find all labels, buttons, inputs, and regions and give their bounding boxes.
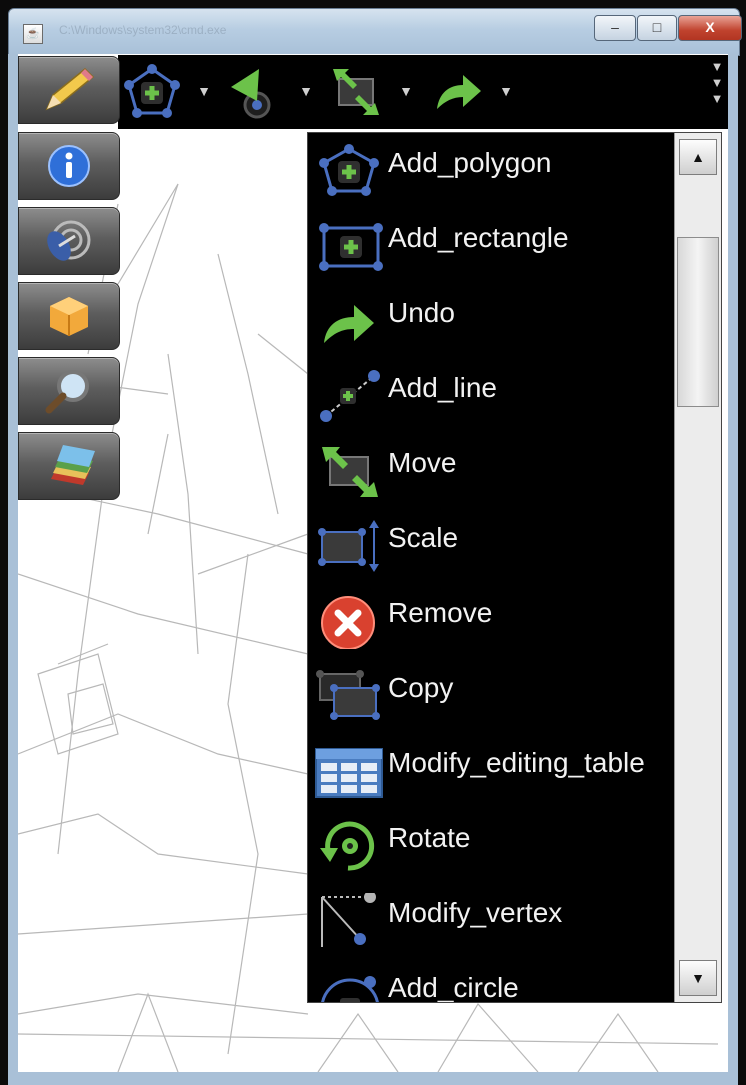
menu-scrollbar[interactable]: ▲ ▼ bbox=[674, 133, 721, 1002]
menu-item-label: Add_line bbox=[388, 372, 497, 403]
sidebar-button-edit[interactable] bbox=[18, 56, 120, 124]
menu-item-label: Add_polygon bbox=[388, 147, 552, 178]
undo-tool-button[interactable] bbox=[424, 59, 488, 125]
add-circle-icon bbox=[321, 976, 379, 1002]
menu-item-add-line[interactable]: Add_line bbox=[308, 358, 673, 433]
window-border-left bbox=[8, 54, 18, 1085]
move-tool-button[interactable] bbox=[324, 59, 388, 125]
menu-item-add-circle[interactable]: Add_circle bbox=[308, 958, 673, 1003]
scroll-up-button[interactable]: ▲ bbox=[679, 139, 717, 175]
undo-icon bbox=[437, 75, 481, 109]
java-cup-icon[interactable]: ☕ bbox=[23, 24, 43, 44]
window-title: C:\Windows\system32\cmd.exe bbox=[59, 23, 227, 37]
add-polygon-dropdown-arrow[interactable]: ▼ bbox=[196, 83, 212, 99]
add-line-icon bbox=[320, 370, 380, 422]
layers-icon bbox=[51, 445, 95, 485]
move-icon bbox=[322, 447, 378, 497]
copy-icon bbox=[316, 670, 380, 720]
scale-icon bbox=[318, 520, 379, 572]
undo-dropdown-arrow[interactable]: ▼ bbox=[498, 83, 514, 99]
overflow-arrow[interactable]: ▼ bbox=[708, 91, 726, 107]
close-button[interactable]: X bbox=[678, 15, 742, 41]
menu-item-label: Rotate bbox=[388, 822, 471, 853]
table-icon bbox=[315, 748, 383, 798]
menu-item-label: Modify_editing_table bbox=[388, 747, 645, 778]
toolbar-overflow[interactable]: ▼ ▼ ▼ bbox=[708, 59, 726, 107]
minimize-button[interactable]: – bbox=[594, 15, 636, 41]
rotate-icon bbox=[320, 821, 375, 871]
pencil-icon bbox=[45, 67, 95, 111]
menu-item-label: Modify_vertex bbox=[388, 897, 563, 928]
menu-item-label: Copy bbox=[388, 672, 454, 703]
menu-item-label: Remove bbox=[388, 597, 493, 628]
maximize-button[interactable]: □ bbox=[637, 15, 677, 41]
menu-item-add-polygon[interactable]: Add_polygon bbox=[308, 133, 673, 208]
radar-icon bbox=[47, 220, 91, 261]
tool-dropdown-menu: Add_polygon Add_rectangle Undo Add_line … bbox=[307, 132, 722, 1003]
overflow-arrow[interactable]: ▼ bbox=[708, 75, 726, 91]
scroll-thumb[interactable] bbox=[677, 237, 719, 407]
overflow-arrow[interactable]: ▼ bbox=[708, 59, 726, 75]
menu-item-rotate[interactable]: Rotate bbox=[308, 808, 673, 883]
add-rectangle-icon bbox=[319, 223, 383, 271]
menu-item-undo[interactable]: Undo bbox=[308, 283, 673, 358]
window-border-right bbox=[728, 54, 738, 1085]
menu-item-label: Move bbox=[388, 447, 457, 478]
move-icon bbox=[333, 69, 379, 115]
menu-item-move[interactable]: Move bbox=[308, 433, 673, 508]
vertex-icon bbox=[321, 893, 376, 947]
add-polygon-icon bbox=[319, 144, 379, 196]
menu-item-copy[interactable]: Copy bbox=[308, 658, 673, 733]
sidebar-button-radar[interactable] bbox=[18, 207, 120, 275]
polygon-add-icon bbox=[124, 64, 180, 118]
select-dropdown-arrow[interactable]: ▼ bbox=[298, 83, 314, 99]
add-polygon-tool-button[interactable] bbox=[120, 59, 184, 125]
window-border-bottom bbox=[8, 1072, 738, 1085]
move-dropdown-arrow[interactable]: ▼ bbox=[398, 83, 414, 99]
window-titlebar: ☕ C:\Windows\system32\cmd.exe – □ X bbox=[8, 8, 742, 56]
tool-list: Add_polygon Add_rectangle Undo Add_line … bbox=[308, 133, 673, 1003]
sidebar-button-package[interactable] bbox=[18, 282, 120, 350]
menu-item-label: Undo bbox=[388, 297, 455, 328]
box-icon bbox=[50, 297, 88, 336]
remove-icon bbox=[321, 596, 375, 649]
menu-item-label: Scale bbox=[388, 522, 459, 553]
menu-item-label: Add_rectangle bbox=[388, 222, 569, 253]
sidebar-button-layers[interactable] bbox=[18, 432, 120, 500]
menu-item-modify-editing-table[interactable]: Modify_editing_table bbox=[308, 733, 673, 808]
edit-toolbar: ▼ ▼ ▼ ▼ ▼ ▼ ▼ bbox=[118, 55, 728, 129]
menu-item-modify-vertex[interactable]: Modify_vertex bbox=[308, 883, 673, 958]
sidebar-button-info[interactable] bbox=[18, 132, 120, 200]
undo-icon bbox=[324, 305, 374, 343]
menu-item-remove[interactable]: Remove bbox=[308, 583, 673, 658]
select-arrow-icon bbox=[231, 69, 271, 119]
menu-item-label: Add_circle bbox=[388, 972, 519, 1003]
sidebar-button-search[interactable] bbox=[18, 357, 120, 425]
select-tool-button[interactable] bbox=[222, 59, 286, 125]
magnifier-icon bbox=[45, 370, 89, 414]
info-icon bbox=[48, 145, 90, 187]
menu-item-add-rectangle[interactable]: Add_rectangle bbox=[308, 208, 673, 283]
scroll-down-button[interactable]: ▼ bbox=[679, 960, 717, 996]
menu-item-scale[interactable]: Scale bbox=[308, 508, 673, 583]
